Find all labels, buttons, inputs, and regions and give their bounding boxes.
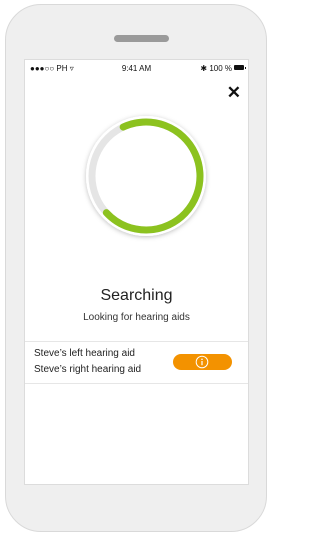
status-bar: ●●●○○ PH ▿ 9:41 AM ✱ 100 % bbox=[25, 60, 248, 76]
close-button[interactable]: ✕ bbox=[227, 84, 241, 101]
info-button[interactable] bbox=[173, 354, 232, 370]
app-screen: ●●●○○ PH ▿ 9:41 AM ✱ 100 % ✕ Searching L… bbox=[24, 59, 249, 485]
battery-status: ✱ 100 % bbox=[200, 64, 232, 73]
left-hearing-aid-label: Steve’s left hearing aid bbox=[34, 348, 135, 359]
search-progress-ring bbox=[80, 110, 212, 242]
page-title: Searching bbox=[100, 287, 173, 304]
info-icon bbox=[195, 355, 209, 369]
phone-frame: ●●●○○ PH ▿ 9:41 AM ✱ 100 % ✕ Searching L… bbox=[5, 4, 267, 532]
device-list-item: Steve’s left hearing aid Steve’s right h… bbox=[25, 342, 248, 382]
device-names: Steve’s left hearing aid Steve’s right h… bbox=[34, 346, 141, 378]
ring-background bbox=[86, 116, 206, 236]
battery-icon bbox=[234, 65, 246, 70]
page-subtitle: Looking for hearing aids bbox=[83, 312, 190, 323]
progress-ring-svg bbox=[86, 116, 206, 236]
divider-bottom bbox=[25, 383, 248, 384]
phone-speaker bbox=[114, 35, 169, 42]
right-hearing-aid-label: Steve’s right hearing aid bbox=[34, 364, 142, 375]
